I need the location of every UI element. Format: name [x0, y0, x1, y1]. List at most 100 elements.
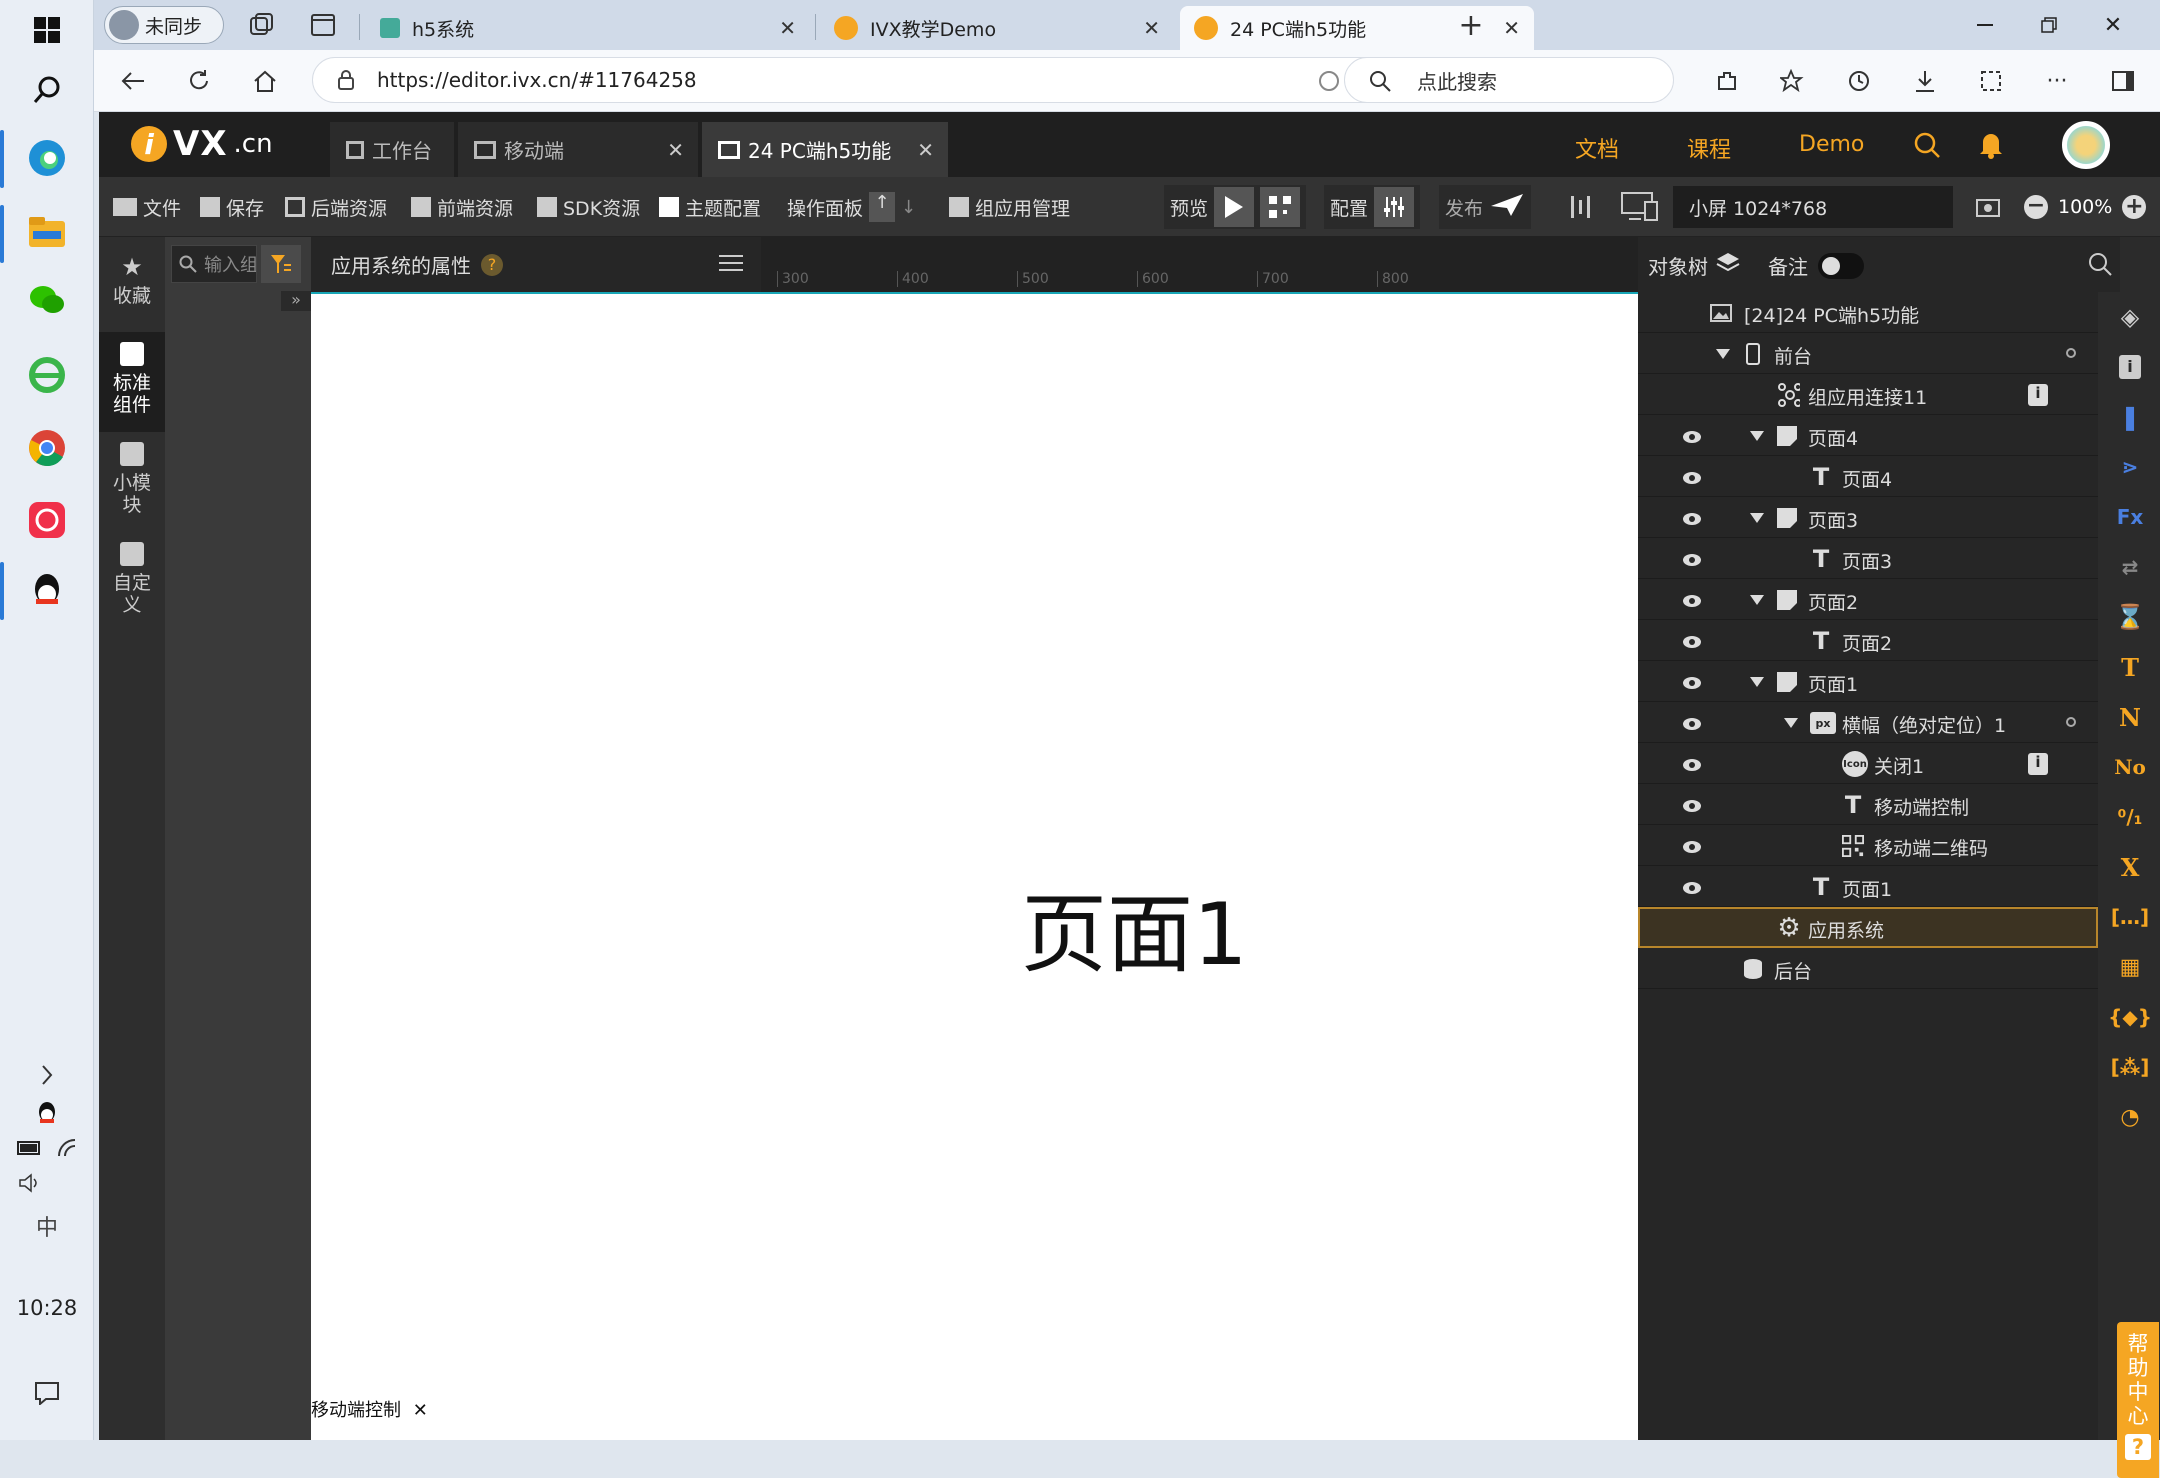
sdk-resources-button[interactable]: SDK资源	[537, 191, 640, 223]
eye-icon[interactable]	[1682, 796, 1702, 812]
tree-node-group-app-link[interactable]: 组应用连接11 i	[1638, 374, 2098, 415]
note-toggle[interactable]: 备注	[1768, 251, 1864, 280]
wechat-icon[interactable]	[17, 270, 77, 330]
number-variable-icon[interactable]: N	[2117, 703, 2143, 732]
extensions-icon[interactable]	[1710, 64, 1744, 98]
transfer-icon[interactable]: ⇄	[2117, 554, 2143, 580]
hourglass-icon[interactable]: ⌛	[2115, 603, 2145, 631]
taskbar-clock[interactable]: 10:28	[0, 1296, 94, 1320]
array-icon[interactable]: […]	[2111, 904, 2149, 930]
save-button[interactable]: 保存	[200, 191, 264, 223]
qq-icon[interactable]	[17, 560, 77, 620]
category-custom[interactable]: 自定义	[99, 532, 165, 632]
tree-data-icon[interactable]: [⁂]	[2111, 1054, 2150, 1080]
chrome-icon[interactable]	[17, 418, 77, 478]
tree-node-close1[interactable]: Icon 关闭1 i	[1638, 743, 2098, 784]
arrow-down-icon[interactable]: ↓	[901, 197, 916, 218]
arrow-up-icon[interactable]: ↑	[869, 192, 896, 222]
backend-resources-button[interactable]: 后端资源	[285, 191, 387, 223]
fraction-icon[interactable]: ⁰/₁	[2117, 804, 2143, 830]
expand-triangle-icon[interactable]	[1750, 513, 1764, 523]
filter-button[interactable]	[261, 245, 301, 283]
object-tree-tab[interactable]: 对象树	[1648, 251, 1740, 280]
tree-node-app-root[interactable]: [24]24 PC端h5功能	[1638, 292, 2098, 333]
collapse-panel-icon[interactable]: »	[281, 291, 311, 311]
grid-icon[interactable]: ▦	[2117, 954, 2143, 980]
frontend-resources-button[interactable]: 前端资源	[411, 191, 513, 223]
course-link[interactable]: 课程	[1687, 132, 1731, 164]
editor-tab-workbench[interactable]: 工作台	[330, 122, 454, 177]
favorites-icon[interactable]	[1776, 64, 1810, 98]
group-app-management-button[interactable]: 组应用管理	[949, 191, 1070, 223]
address-bar[interactable]: https://editor.ivx.cn/#11764258	[312, 57, 1422, 103]
search-icon[interactable]	[2088, 252, 2112, 281]
close-icon[interactable]: ✕	[413, 1400, 428, 1421]
user-avatar[interactable]	[2062, 121, 2110, 169]
toggle-switch[interactable]	[1818, 252, 1864, 279]
search-icon[interactable]	[17, 60, 77, 120]
publish-button[interactable]: 发布	[1439, 185, 1532, 229]
expand-triangle-icon[interactable]	[1716, 349, 1730, 359]
history-icon[interactable]	[1842, 64, 1876, 98]
editor-tab-pc-h5[interactable]: 24 PC端h5功能 ✕	[702, 122, 948, 177]
info-icon[interactable]: i	[2028, 753, 2048, 775]
component-search-input[interactable]: 输入组件名称	[171, 245, 257, 283]
tree-node-mobile-qrcode[interactable]: 移动端二维码	[1638, 825, 2098, 866]
category-small-modules[interactable]: 小模块	[99, 432, 165, 532]
search-icon[interactable]	[1913, 131, 1941, 163]
eye-icon[interactable]	[1682, 427, 1702, 443]
eye-icon[interactable]	[1682, 878, 1702, 894]
minimize-icon[interactable]	[1968, 8, 2002, 42]
close-tab-icon[interactable]: ✕	[779, 16, 796, 40]
tree-node-app-system[interactable]: ⚙ 应用系统	[1638, 907, 2098, 948]
tree-node-backend[interactable]: 后台	[1638, 948, 2098, 989]
app-red-icon[interactable]	[17, 490, 77, 550]
info-icon[interactable]: i	[2117, 354, 2143, 380]
screenshot-icon[interactable]	[1974, 64, 2008, 98]
browser-tab-h5[interactable]: h5系统 ✕	[366, 6, 810, 50]
tree-node-banner[interactable]: px 横幅（绝对定位）1	[1638, 702, 2098, 743]
expand-triangle-icon[interactable]	[1750, 595, 1764, 605]
ie-icon[interactable]	[17, 345, 77, 405]
close-window-icon[interactable]: ✕	[2096, 8, 2130, 42]
close-tab-icon[interactable]: ✕	[667, 138, 684, 162]
flow-icon[interactable]: ⋗	[2117, 454, 2143, 480]
eye-icon[interactable]	[1682, 550, 1702, 566]
close-tab-icon[interactable]: ✕	[1503, 16, 1520, 40]
browser-search-box[interactable]: 点此搜索	[1344, 57, 1674, 103]
ime-indicator[interactable]: 中	[17, 1196, 77, 1256]
object-icon[interactable]: {◆}	[2108, 1004, 2152, 1030]
editor-tab-mobile[interactable]: 移动端 ✕	[458, 122, 698, 177]
browser-tab-ivx-demo[interactable]: IVX教学Demo ✕	[820, 6, 1174, 50]
expand-triangle-icon[interactable]	[1784, 718, 1798, 728]
qrcode-icon[interactable]	[1260, 187, 1301, 227]
device-icon[interactable]	[1621, 191, 1659, 223]
expand-triangle-icon[interactable]	[1750, 677, 1764, 687]
demo-link[interactable]: Demo	[1799, 132, 1864, 157]
config-button[interactable]: 配置	[1324, 185, 1421, 229]
category-favorites[interactable]: ★ 收藏	[99, 247, 165, 327]
design-canvas[interactable]: 页面1 移动端控制 ✕	[311, 292, 1638, 1440]
numero-icon[interactable]: No	[2114, 754, 2146, 780]
operation-panel-button[interactable]: 操作面板 ↑ ↓	[787, 191, 916, 223]
windows-start-icon[interactable]	[17, 0, 77, 60]
canvas-page-title[interactable]: 页面1	[1021, 864, 1248, 989]
timer-icon[interactable]: ◔	[2117, 1104, 2143, 1130]
theme-config-button[interactable]: 主题配置	[659, 191, 761, 223]
sidebar-icon[interactable]	[2106, 64, 2140, 98]
tree-node-page2[interactable]: 页面2	[1638, 579, 2098, 620]
bell-icon[interactable]	[1977, 129, 2005, 163]
x-variable-icon[interactable]: X	[2117, 853, 2143, 882]
screen-size-select[interactable]: 小屏 1024*768	[1673, 186, 1953, 228]
tree-node-text-page3[interactable]: T 页面3	[1638, 538, 2098, 579]
file-explorer-icon[interactable]	[17, 203, 77, 263]
eye-icon[interactable]	[1682, 714, 1702, 730]
new-tab-icon[interactable]: +	[1454, 8, 1488, 43]
eye-icon[interactable]	[1682, 837, 1702, 853]
profile-button[interactable]: 未同步	[104, 6, 224, 44]
notification-icon[interactable]	[17, 1363, 77, 1423]
ivx-logo[interactable]: i VX .cn	[131, 124, 273, 164]
tree-node-text-page1[interactable]: T 页面1	[1638, 866, 2098, 907]
category-standard-components[interactable]: 标准组件	[99, 332, 165, 432]
tree-node-text-page2[interactable]: T 页面2	[1638, 620, 2098, 661]
